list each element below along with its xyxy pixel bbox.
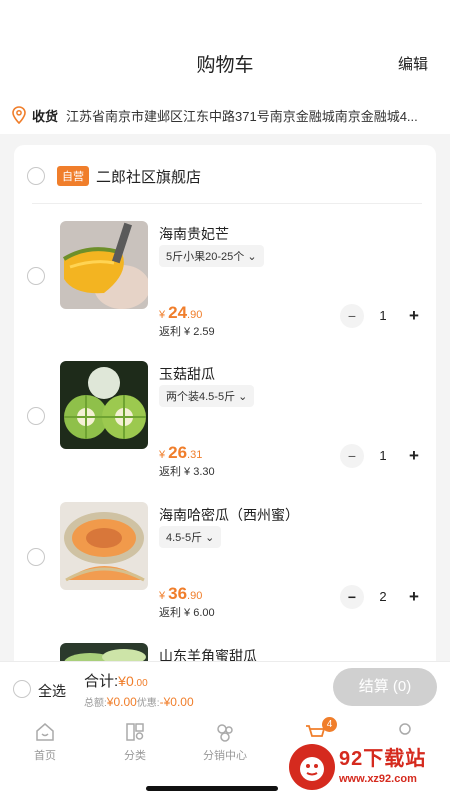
tab-distribution[interactable]: 分销中心	[180, 721, 270, 763]
address-bar[interactable]: 收货 江苏省南京市建邺区江东中路371号南京金融城南京金融城4...	[0, 96, 450, 134]
watermark-title: 92下载站	[339, 748, 427, 770]
item-rebate: 返利 ¥ 3.30	[159, 466, 215, 478]
chevron-down-icon: ⌄	[205, 532, 215, 544]
item-checkbox[interactable]	[27, 267, 45, 285]
home-indicator	[146, 786, 278, 791]
chevron-down-icon: ⌄	[238, 391, 248, 403]
tab-label: 分类	[124, 750, 146, 762]
item-rebate: 返利 ¥ 6.00	[159, 607, 215, 619]
cart-item: 玉菇甜瓜 两个装4.5-5斤 ⌄ ¥26.31 返利 ¥ 3.30 − 1 +	[14, 361, 436, 481]
product-image-melon[interactable]	[60, 361, 148, 449]
self-operated-badge: 自营	[57, 166, 89, 186]
item-name[interactable]: 玉菇甜瓜	[159, 364, 215, 384]
spec-text: 4.5-5斤	[166, 532, 203, 544]
select-all-checkbox[interactable]	[13, 680, 31, 698]
page-title: 购物车	[196, 55, 254, 76]
checkout-button[interactable]: 结算 (0)	[333, 668, 437, 706]
top-bar: 购物车 编辑	[0, 0, 450, 96]
tab-label: 首页	[34, 750, 56, 762]
cart-count-badge: 4	[322, 717, 337, 732]
checkout-bar: 全选 合计:¥0.00 总额:¥0.00优惠:-¥0.00 结算 (0)	[0, 661, 450, 715]
spec-selector[interactable]: 5斤小果20-25个 ⌄	[159, 245, 264, 267]
sum-discount-line: 总额:¥0.00优惠:-¥0.00	[84, 695, 194, 709]
spec-text: 5斤小果20-25个	[166, 251, 245, 263]
tab-label: 分销中心	[203, 750, 247, 762]
distribution-icon	[217, 724, 233, 742]
home-icon	[36, 723, 54, 741]
select-all-label[interactable]: 全选	[38, 681, 66, 701]
increase-button[interactable]: +	[402, 585, 426, 609]
tab-home[interactable]: 首页	[0, 721, 90, 763]
address-label: 收货	[32, 108, 59, 124]
cart-item: 海南哈密瓜（西州蜜） 4.5-5斤 ⌄ ¥36.90 返利 ¥ 6.00 − 2…	[14, 502, 436, 622]
product-image-hami-melon[interactable]	[60, 502, 148, 590]
quantity-stepper: − 1 +	[340, 304, 426, 328]
store-checkbox[interactable]	[27, 167, 45, 185]
address-text: 江苏省南京市建邺区江东中路371号南京金融城南京金融城4...	[66, 108, 418, 124]
product-image-mango[interactable]	[60, 221, 148, 309]
item-rebate: 返利 ¥ 2.59	[159, 326, 215, 338]
location-pin-icon	[12, 106, 26, 124]
total-amount: 合计:¥0.00	[84, 673, 148, 690]
item-name[interactable]: 海南贵妃芒	[159, 224, 229, 244]
cart-card: 自营 二郎社区旗舰店 海南贵妃芒 5斤小果20-25个 ⌄ ¥24.90 返利 …	[14, 145, 436, 685]
item-price: ¥24.90	[159, 303, 203, 322]
watermark: 92下载站 www.xz92.com	[285, 738, 447, 796]
watermark-logo-icon	[289, 744, 335, 790]
edit-button[interactable]: 编辑	[398, 53, 428, 74]
category-icon	[126, 723, 144, 741]
increase-button[interactable]: +	[402, 304, 426, 328]
quantity-stepper: − 2 +	[340, 585, 426, 609]
increase-button[interactable]: +	[402, 444, 426, 468]
divider	[32, 203, 422, 204]
chevron-down-icon: ⌄	[247, 251, 257, 263]
store-header: 自营 二郎社区旗舰店	[14, 161, 436, 191]
spec-text: 两个装4.5-5斤	[166, 391, 236, 403]
item-price: ¥36.90	[159, 584, 203, 603]
tab-category[interactable]: 分类	[90, 721, 180, 763]
quantity-stepper: − 1 +	[340, 444, 426, 468]
watermark-url: www.xz92.com	[339, 773, 417, 785]
quantity-value[interactable]: 2	[364, 585, 402, 609]
quantity-value[interactable]: 1	[364, 304, 402, 328]
item-name[interactable]: 海南哈密瓜（西州蜜）	[159, 505, 299, 525]
cart-item: 海南贵妃芒 5斤小果20-25个 ⌄ ¥24.90 返利 ¥ 2.59 − 1 …	[14, 221, 436, 341]
decrease-button[interactable]: −	[340, 585, 364, 609]
decrease-button[interactable]: −	[340, 304, 364, 328]
decrease-button[interactable]: −	[340, 444, 364, 468]
item-checkbox[interactable]	[27, 548, 45, 566]
spec-selector[interactable]: 4.5-5斤 ⌄	[159, 526, 222, 548]
item-price: ¥26.31	[159, 443, 203, 462]
quantity-value[interactable]: 1	[364, 444, 402, 468]
store-name[interactable]: 二郎社区旗舰店	[96, 166, 201, 187]
spec-selector[interactable]: 两个装4.5-5斤 ⌄	[159, 385, 255, 407]
item-checkbox[interactable]	[27, 407, 45, 425]
